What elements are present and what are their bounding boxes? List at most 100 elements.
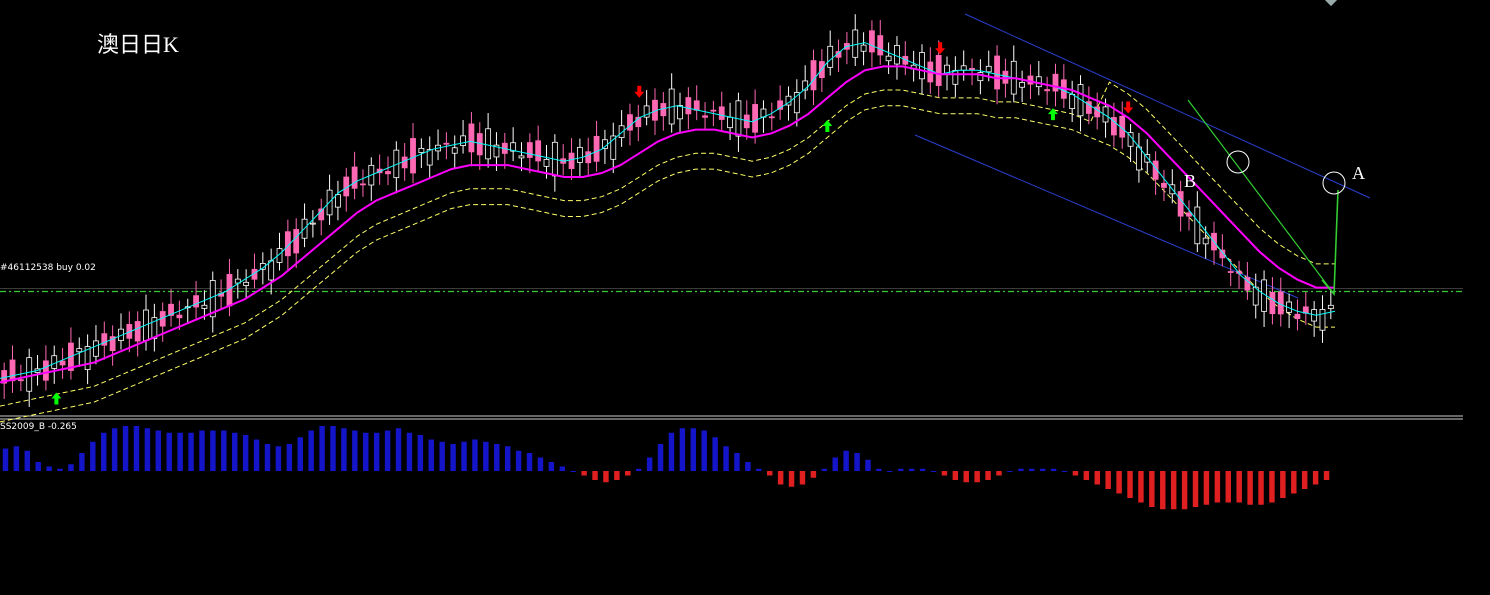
- candle-body: [1319, 309, 1326, 331]
- envelope-lower-line: [0, 105, 1335, 423]
- histogram-bar: [155, 430, 162, 471]
- candle-body: [1327, 304, 1334, 309]
- histogram-bar: [799, 471, 806, 485]
- histogram-bar: [210, 430, 216, 471]
- candle-body: [26, 357, 33, 392]
- histogram-bar: [919, 468, 926, 471]
- candle-body: [1069, 94, 1076, 110]
- circle-marker-a: [1322, 171, 1346, 195]
- candle-body: [693, 100, 700, 111]
- histogram-bar: [297, 437, 303, 471]
- histogram-bar: [625, 471, 631, 476]
- candle-body: [526, 142, 533, 158]
- histogram-bar: [1291, 471, 1297, 494]
- candle-body: [1186, 212, 1192, 217]
- histogram-bar: [2, 448, 9, 471]
- order-label: #46112538 buy 0.02: [0, 263, 96, 273]
- histogram-bar: [428, 439, 434, 471]
- candle-body: [51, 355, 58, 369]
- arrow-up-icon: [1047, 108, 1058, 121]
- histogram-bar: [537, 457, 544, 471]
- histogram-bar: [657, 444, 664, 471]
- histogram-bar: [35, 462, 41, 471]
- histogram-bar: [821, 468, 828, 471]
- histogram-bar: [1247, 471, 1253, 505]
- candle-body: [952, 69, 959, 85]
- candle-body: [810, 60, 817, 91]
- candle-body: [543, 159, 550, 167]
- candle-body: [585, 151, 592, 164]
- histogram-bar: [646, 457, 653, 471]
- histogram-bar: [788, 471, 795, 487]
- histogram-bar: [494, 444, 500, 471]
- candle-body: [1202, 237, 1209, 245]
- histogram-bar: [253, 439, 260, 471]
- candle-body: [76, 348, 83, 353]
- histogram-bar: [79, 453, 85, 471]
- histogram-bar: [1105, 471, 1111, 489]
- candle-body: [885, 55, 892, 62]
- candle-body: [718, 106, 725, 120]
- candle-body: [593, 135, 600, 162]
- candle-body: [42, 360, 49, 381]
- histogram-bar: [24, 450, 31, 471]
- histogram-bar: [232, 432, 238, 471]
- candle-body: [1177, 191, 1184, 217]
- candle-body: [176, 314, 183, 319]
- candle-body: [1194, 206, 1201, 245]
- histogram-bar: [319, 426, 325, 471]
- histogram-bar: [592, 471, 598, 480]
- candle-body: [360, 183, 366, 186]
- histogram-bar: [68, 464, 74, 471]
- chart-title: 澳日日K: [97, 32, 179, 57]
- histogram-bar: [1094, 471, 1100, 485]
- histogram-bar: [701, 430, 707, 471]
- candle-body: [685, 97, 692, 115]
- candle-body: [535, 140, 542, 162]
- candle-body: [1277, 291, 1284, 315]
- candle-body: [960, 65, 967, 71]
- histogram-bar: [100, 432, 107, 471]
- histogram-bar: [133, 426, 140, 471]
- candle-body: [827, 45, 834, 68]
- histogram-bar: [144, 428, 151, 471]
- histogram-bar: [952, 471, 959, 480]
- trend-spike-line: [1321, 189, 1339, 297]
- histogram-bar: [1192, 471, 1199, 507]
- histogram-bar: [395, 428, 402, 471]
- arrow-down-icon: [634, 85, 645, 98]
- trend-line: [1187, 99, 1335, 295]
- candle-body: [9, 359, 16, 382]
- histogram-bar: [13, 446, 20, 471]
- candle-body: [935, 54, 942, 86]
- histogram-bar: [777, 471, 784, 485]
- candle-body: [894, 45, 900, 65]
- candle-body: [1044, 89, 1051, 92]
- histogram-bar: [832, 457, 838, 471]
- candle-body: [426, 149, 433, 166]
- histogram-bar: [690, 428, 697, 471]
- candle-body: [627, 114, 633, 131]
- candle-body: [568, 152, 575, 170]
- arrow-down-icon: [935, 42, 946, 55]
- histogram-bar: [854, 453, 860, 471]
- arrow-up-icon: [822, 119, 833, 132]
- histogram-bar: [745, 462, 751, 471]
- candle-body: [710, 109, 717, 112]
- histogram-bar: [559, 466, 566, 471]
- histogram-bar: [887, 471, 893, 472]
- annotation-b: B: [1184, 171, 1197, 191]
- histogram-bar: [570, 471, 576, 472]
- histogram-bar: [876, 468, 882, 471]
- candle-body: [702, 115, 708, 118]
- histogram-bar: [57, 468, 63, 471]
- arrow-up-icon: [51, 392, 62, 405]
- candle-body: [468, 123, 475, 153]
- candle-body: [309, 222, 316, 225]
- candle-body: [134, 321, 141, 342]
- histogram-bar: [898, 468, 904, 471]
- histogram-bar: [1181, 471, 1188, 510]
- histogram-bar: [1301, 471, 1308, 489]
- candle-body: [193, 295, 199, 308]
- candle-body: [201, 304, 208, 309]
